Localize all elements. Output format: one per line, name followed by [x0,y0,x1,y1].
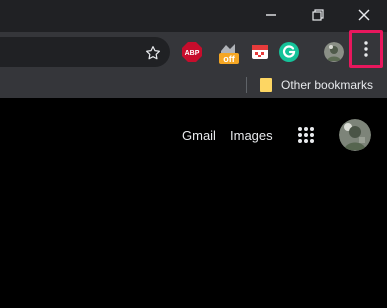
minimize-icon [266,14,276,16]
adblock-plus-extension[interactable]: ABP [181,41,203,63]
grammarly-icon [279,42,299,62]
coupon-extension[interactable]: off [217,41,241,67]
profile-avatar-icon [324,42,344,62]
close-button[interactable] [341,0,387,30]
gmail-link[interactable]: Gmail [182,128,216,144]
google-account-avatar[interactable] [339,119,371,151]
folder-icon [260,78,272,92]
close-icon [358,9,370,21]
page-content: Gmail Images [0,98,387,308]
chrome-menu-button[interactable] [349,30,383,68]
clipper-icon [252,45,268,59]
svg-text:off: off [223,54,235,64]
other-bookmarks[interactable]: Other bookmarks [259,77,373,93]
bookmark-star-icon[interactable] [144,44,162,62]
svg-text:ABP: ABP [185,50,200,57]
restore-icon [312,9,324,21]
coupon-icon: off [219,44,239,64]
title-bar [0,0,387,32]
more-vert-icon [364,41,368,57]
apps-grid-icon [298,127,314,143]
clipper-extension[interactable] [250,42,272,64]
address-bar[interactable] [0,37,170,67]
profile-avatar[interactable] [324,42,344,62]
restore-button[interactable] [295,0,341,30]
browser-toolbar: ABP off [0,32,387,72]
account-avatar-icon [339,119,371,151]
grammarly-extension[interactable] [278,41,300,63]
images-link[interactable]: Images [230,128,273,144]
adblock-plus-icon: ABP [182,42,202,62]
google-apps-button[interactable] [297,126,315,144]
other-bookmarks-label: Other bookmarks [281,78,374,92]
bookmarks-separator [246,77,247,93]
minimize-button[interactable] [248,0,294,30]
bookmarks-bar: Other bookmarks [0,72,387,98]
